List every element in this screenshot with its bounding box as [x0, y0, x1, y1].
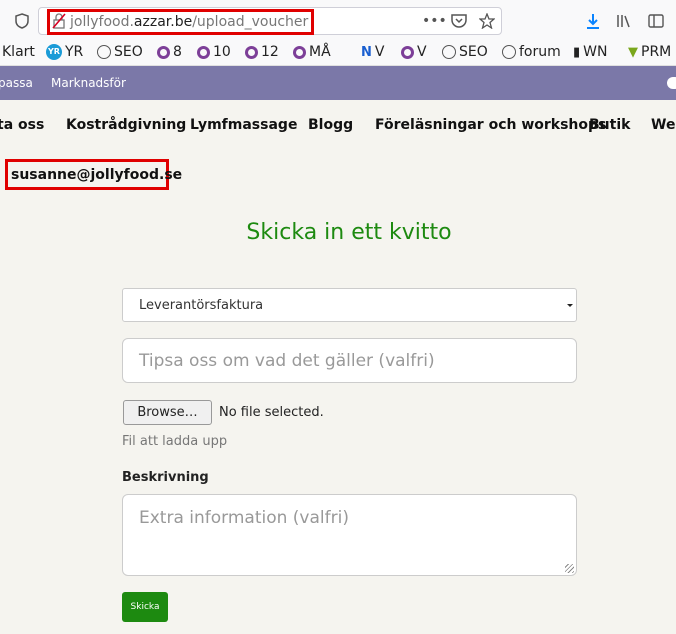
browse-button[interactable]: Browse…: [123, 400, 212, 425]
nav-item-kostradgivning[interactable]: Kostrådgivning: [66, 117, 186, 133]
nav-item-lymfmassage[interactable]: Lymfmassage: [190, 117, 297, 133]
ring-icon: [197, 45, 210, 59]
yr-icon: YR: [46, 44, 62, 60]
ring-icon: [401, 45, 414, 59]
bookmark-10[interactable]: 10: [197, 44, 231, 60]
admin-item-marknadsfor[interactable]: Marknadsför: [51, 76, 126, 90]
admin-item-anpassa[interactable]: passa: [0, 76, 33, 90]
nav-item-butik[interactable]: Butik: [589, 117, 630, 133]
description-placeholder: Extra information (valfri): [139, 508, 349, 528]
submit-button[interactable]: Skicka: [122, 592, 168, 622]
nav-item-forelasningar[interactable]: Föreläsningar och workshops: [375, 117, 606, 133]
download-icon[interactable]: [584, 12, 602, 30]
type-select-value: Leverantörsfaktura: [139, 298, 264, 313]
file-status: No file selected.: [219, 405, 324, 420]
globe-icon: [442, 45, 456, 59]
file-label: Fil att ladda upp: [122, 434, 228, 449]
bookmark-seo[interactable]: SEO: [97, 44, 143, 60]
star-icon[interactable]: [478, 12, 496, 30]
bookmark-v-nv[interactable]: NV: [361, 44, 384, 60]
chevron-down-icon: [566, 297, 574, 313]
ring-icon: [293, 45, 306, 59]
bookmark-12[interactable]: 12: [245, 44, 279, 60]
admin-toggle[interactable]: [667, 77, 676, 89]
description-textarea[interactable]: Extra information (valfri): [122, 494, 577, 576]
resize-handle-icon[interactable]: [565, 564, 574, 573]
library-icon[interactable]: [615, 12, 633, 30]
bookmark-ma[interactable]: MÅ: [293, 44, 331, 60]
bookmark-wn[interactable]: ▮ WN: [573, 44, 607, 60]
site-nav: ta oss Kostrådgivning Lymfmassage Blogg …: [0, 100, 676, 152]
type-select[interactable]: Leverantörsfaktura: [122, 288, 577, 322]
globe-icon: [502, 45, 516, 59]
bookmark-8[interactable]: 8: [157, 44, 182, 60]
globe-icon: [97, 45, 111, 59]
nav-item-kontakta[interactable]: ta oss: [0, 117, 44, 133]
bookmark-yr[interactable]: YR YR: [46, 44, 83, 60]
url-highlight: [47, 9, 314, 35]
bookmark-prm[interactable]: ▼ PRM: [628, 44, 671, 60]
ring-icon: [157, 45, 170, 59]
wn-icon: ▮: [573, 44, 581, 60]
bookmark-seo-2[interactable]: SEO: [442, 44, 488, 60]
prm-icon: ▼: [628, 44, 638, 60]
nv-icon: N: [361, 44, 372, 60]
bookmark-v[interactable]: V: [401, 44, 427, 60]
ring-icon: [245, 45, 258, 59]
bookmark-forum[interactable]: forum: [502, 44, 561, 60]
page-title: Skicka in ett kvitto: [246, 220, 452, 245]
tip-input-placeholder: Tipsa oss om vad det gäller (valfri): [139, 351, 435, 371]
bookmark-klart[interactable]: Klart: [2, 44, 35, 60]
tip-input[interactable]: Tipsa oss om vad det gäller (valfri): [122, 338, 577, 383]
bookmarks-bar: Klart YR YR SEO 8 10 12 MÅ NV V SEO forum…: [0, 42, 676, 66]
sidebar-icon[interactable]: [647, 12, 665, 30]
admin-bar: passa Marknadsför: [0, 66, 676, 100]
shield-icon[interactable]: [13, 12, 31, 30]
nav-item-web[interactable]: Web: [651, 117, 676, 133]
browser-toolbar: jollyfood.azzar.be/upload_voucher •••: [0, 0, 676, 42]
description-label: Beskrivning: [122, 470, 209, 485]
user-email: susanne@jollyfood.se: [11, 167, 183, 183]
pocket-icon[interactable]: [450, 12, 468, 30]
more-actions-icon[interactable]: •••: [422, 13, 447, 29]
nav-item-blogg[interactable]: Blogg: [308, 117, 353, 133]
